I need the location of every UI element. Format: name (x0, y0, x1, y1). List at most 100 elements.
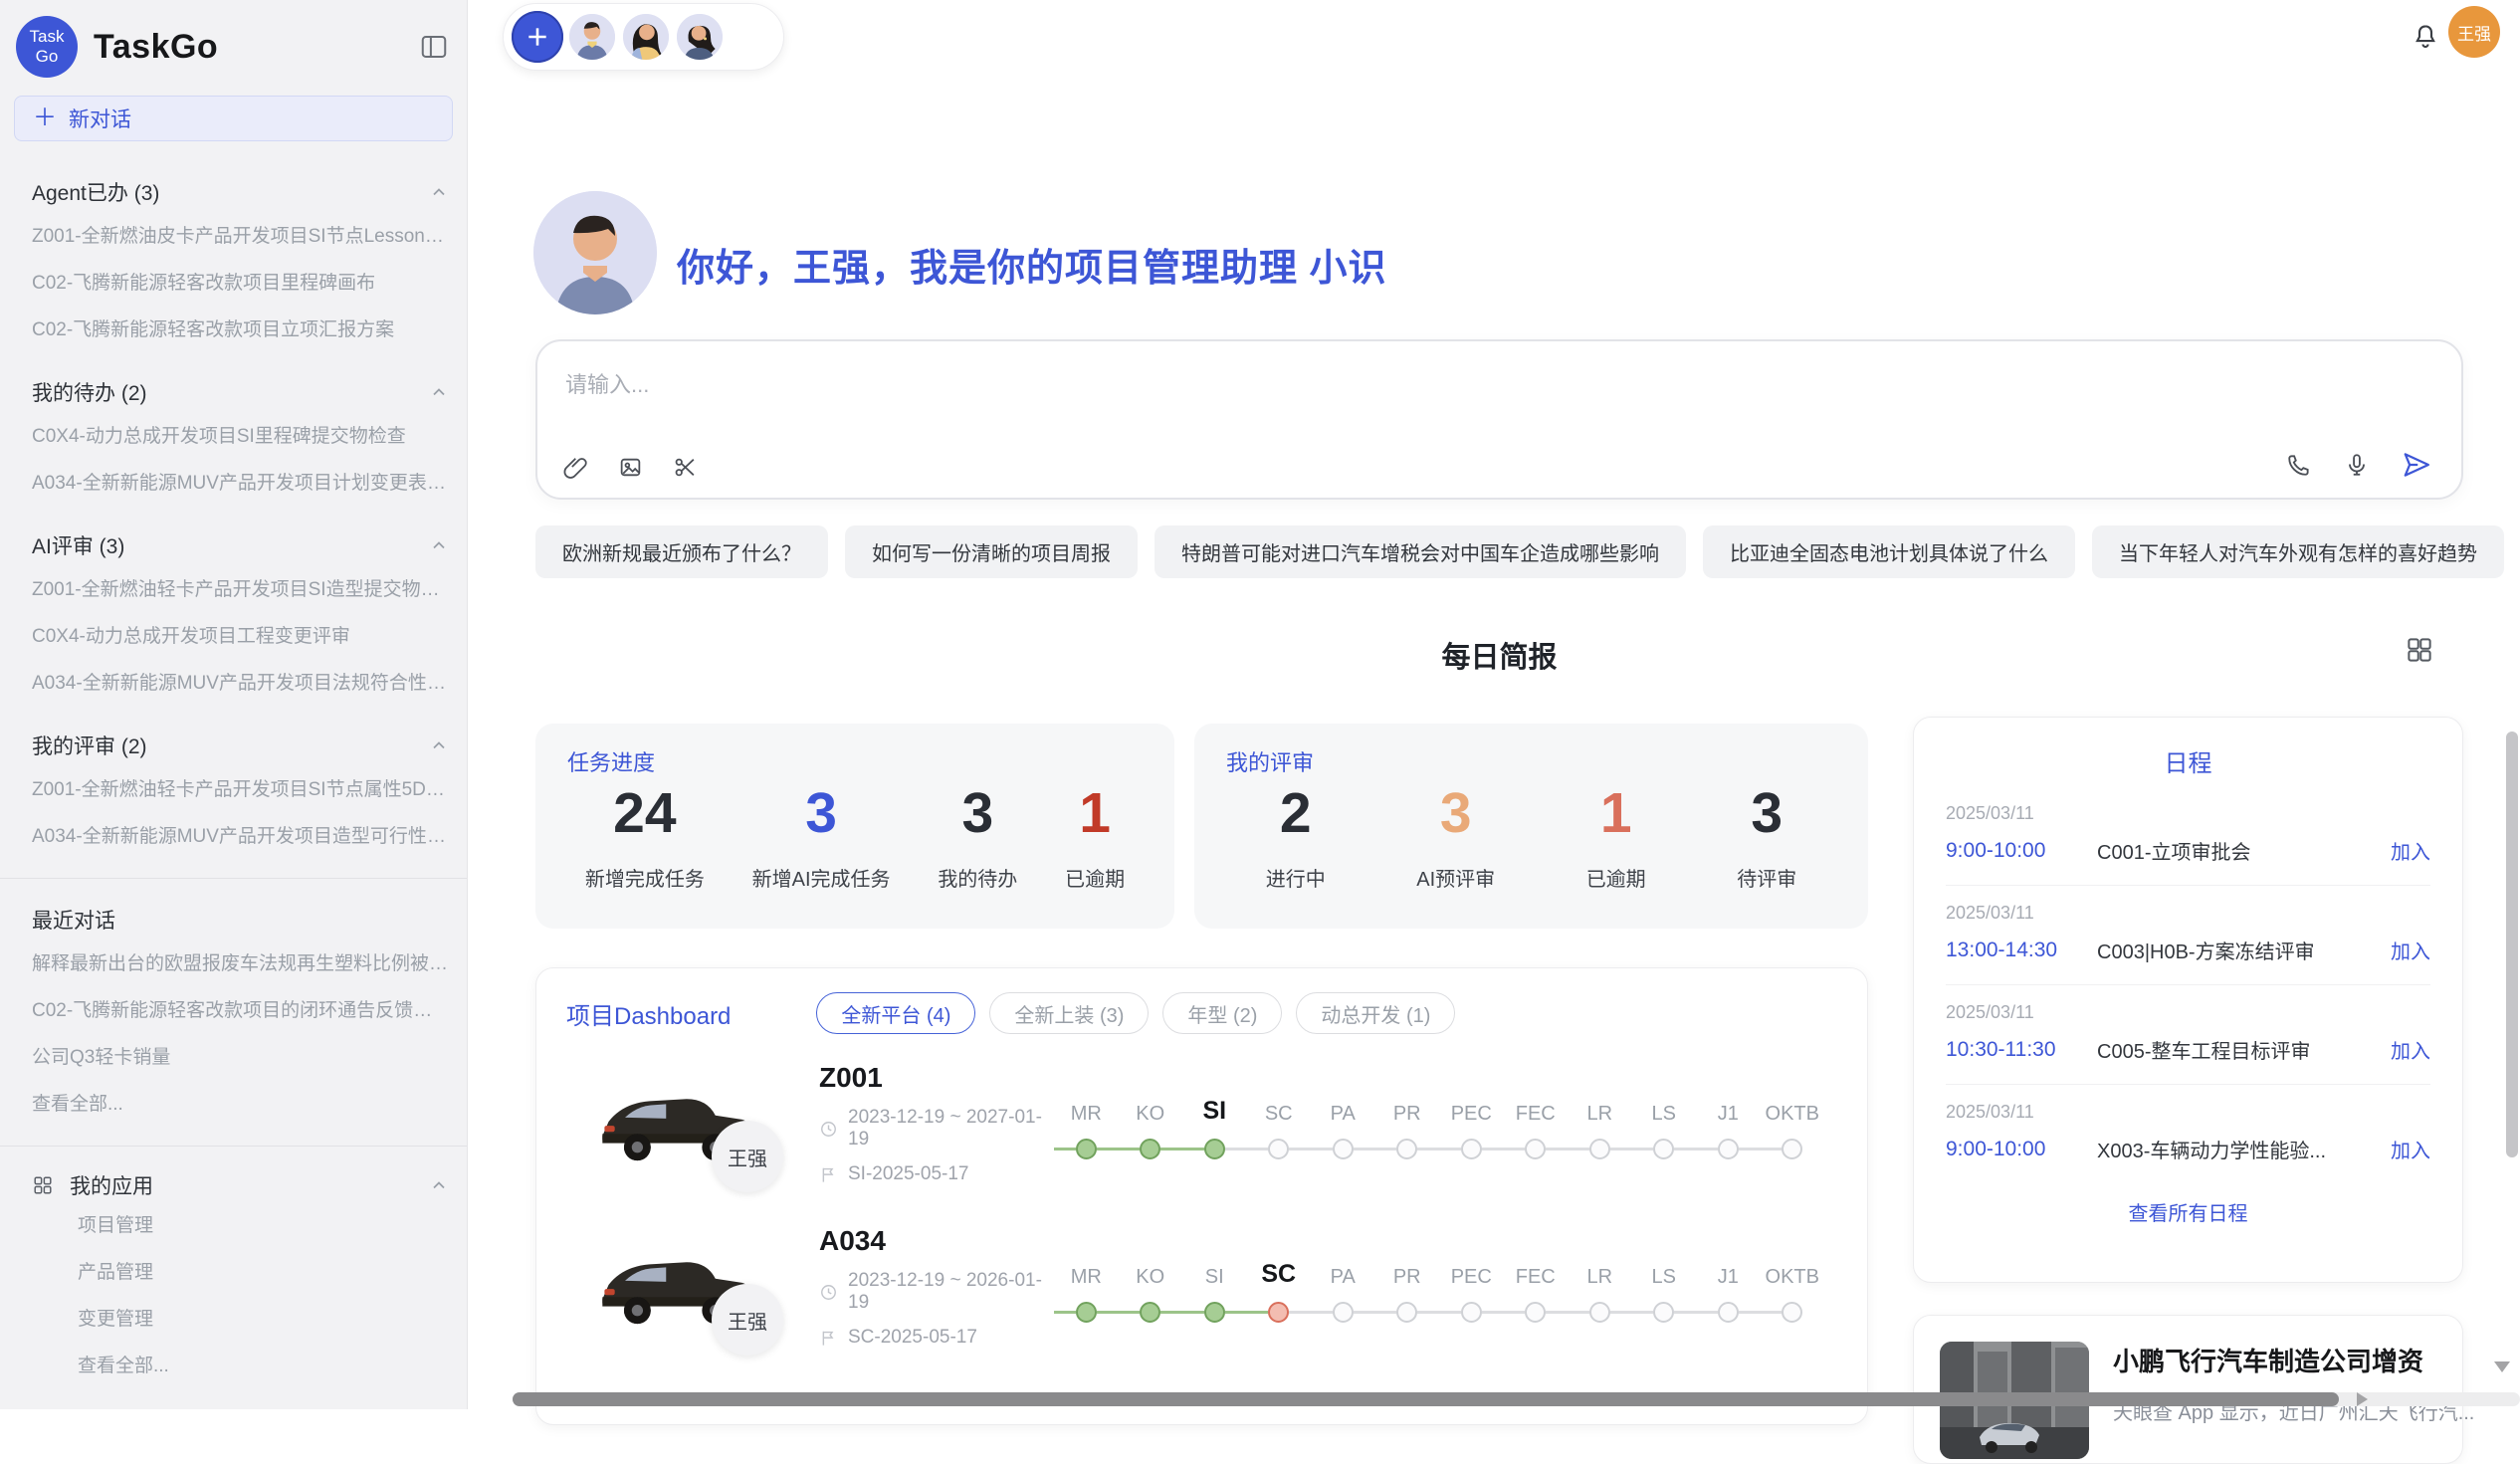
project-owner-avatar[interactable]: 王强 (712, 1284, 783, 1356)
filter-chip[interactable]: 全新上装 (3) (989, 992, 1149, 1034)
layout-grid-icon[interactable] (2405, 635, 2434, 665)
send-icon[interactable] (2402, 450, 2431, 480)
project-owner-avatar[interactable]: 王强 (712, 1121, 783, 1192)
recent-chat-item[interactable]: C02-飞腾新能源轻客改款项目的闭环通告反馈情况 (32, 985, 449, 1032)
join-link[interactable]: 加入 (2391, 836, 2430, 865)
join-link[interactable]: 加入 (2391, 936, 2430, 964)
event-name[interactable]: X003-车辆动力学性能验... (2097, 1135, 2379, 1163)
project-code[interactable]: A034 (819, 1225, 1054, 1257)
sidebar-task-item[interactable]: C0X4-动力总成开发项目工程变更评审 (32, 611, 449, 658)
milestone-dot[interactable] (1204, 1302, 1225, 1323)
milestone-dot[interactable] (1589, 1302, 1610, 1323)
milestone-dot[interactable] (1525, 1139, 1546, 1159)
sidebar-collapse-icon[interactable] (419, 32, 449, 62)
sidebar-task-item[interactable]: C0X4-动力总成开发项目SI里程碑提交物检查 (32, 411, 449, 458)
sidebar-section-header[interactable]: 我的待办 (2) (32, 377, 449, 407)
team-avatar[interactable] (567, 12, 617, 62)
milestone-dot[interactable] (1461, 1139, 1482, 1159)
recent-chat-item[interactable]: 公司Q3轻卡销量 (32, 1032, 449, 1079)
join-link[interactable]: 加入 (2391, 1035, 2430, 1064)
suggestion-chip[interactable]: 比亚迪全固态电池计划具体说了什么 (1703, 525, 2075, 578)
chevron-up-icon[interactable] (429, 182, 449, 202)
chevron-up-icon[interactable] (429, 735, 449, 755)
team-avatar[interactable] (621, 12, 671, 62)
milestone-dot[interactable] (1076, 1139, 1097, 1159)
milestone-dot[interactable] (1140, 1139, 1160, 1159)
project-row[interactable]: 王强 Z001 2023-12-19 ~ 2027-01-19 (536, 1042, 1867, 1205)
user-avatar[interactable]: 王强 (2448, 6, 2500, 58)
milestone-dot[interactable] (1782, 1302, 1802, 1323)
microphone-icon[interactable] (2344, 452, 2370, 478)
sidebar-item-my-apps[interactable]: 我的应用 (32, 1170, 449, 1200)
milestone-dot[interactable] (1204, 1139, 1225, 1159)
milestone-dot[interactable] (1268, 1139, 1289, 1159)
milestone-dot[interactable] (1396, 1139, 1417, 1159)
milestone-dot[interactable] (1782, 1139, 1802, 1159)
chevron-up-icon[interactable] (429, 535, 449, 555)
suggestion-chip[interactable]: 特朗普可能对进口汽车增税会对中国车企造成哪些影响 (1155, 525, 1686, 578)
milestone-dot[interactable] (1268, 1302, 1289, 1323)
app-item[interactable]: 查看全部... (32, 1341, 449, 1387)
sidebar-task-item[interactable]: Z001-全新燃油皮卡产品开发项目SI节点Lesson Learn报告 (32, 211, 449, 258)
my-reviews-card: 我的评审 2 进行中 3 AI预评审 1 已逾期 3 待评审 (1194, 724, 1868, 929)
notification-bell-icon[interactable] (2411, 22, 2440, 52)
image-icon[interactable] (618, 455, 643, 480)
sidebar-task-item[interactable]: C02-飞腾新能源轻客改款项目立项汇报方案 (32, 305, 449, 351)
news-title[interactable]: 小鹏飞行汽车制造公司增资 (2113, 1342, 2474, 1378)
suggestion-chip[interactable]: 当下年轻人对汽车外观有怎样的喜好趋势 (2092, 525, 2504, 578)
sidebar-task-item[interactable]: A034-全新新能源MUV产品开发项目法规符合性评审 (32, 658, 449, 705)
scissors-icon[interactable] (673, 455, 698, 480)
milestone-dot[interactable] (1076, 1302, 1097, 1323)
app-item[interactable]: 产品管理 (32, 1247, 449, 1294)
add-member-button[interactable] (512, 11, 563, 63)
sidebar-section-header[interactable]: AI评审 (3) (32, 530, 449, 560)
milestone-dot[interactable] (1718, 1302, 1739, 1323)
recent-chat-item[interactable]: 查看全部... (32, 1079, 449, 1126)
milestone-dot[interactable] (1333, 1139, 1354, 1159)
sidebar-task-item[interactable]: Z001-全新燃油轻卡产品开发项目SI节点属性5D文件评审 (32, 764, 449, 811)
scroll-down-arrow-icon[interactable] (2494, 1361, 2510, 1372)
milestone-dot[interactable] (1461, 1302, 1482, 1323)
app-item[interactable]: 项目管理 (32, 1200, 449, 1247)
project-row[interactable]: 王强 A034 2023-12-19 ~ 2026-01-19 (536, 1205, 1867, 1368)
milestone-dot[interactable] (1653, 1302, 1674, 1323)
vertical-scrollbar-thumb[interactable] (2506, 732, 2518, 1157)
filter-chip[interactable]: 动总开发 (1) (1296, 992, 1455, 1034)
sidebar-task-item[interactable]: Z001-全新燃油轻卡产品开发项目SI造型提交物评审 (32, 564, 449, 611)
event-name[interactable]: C005-整车工程目标评审 (2097, 1035, 2379, 1064)
filter-chip[interactable]: 年型 (2) (1162, 992, 1282, 1034)
sidebar-task-item[interactable]: C02-飞腾新能源轻客改款项目里程碑画布 (32, 258, 449, 305)
suggestion-chip[interactable]: 如何写一份清晰的项目周报 (845, 525, 1138, 578)
milestone-dot[interactable] (1653, 1139, 1674, 1159)
milestone-dot[interactable] (1525, 1302, 1546, 1323)
sidebar-section-header[interactable]: 我的评审 (2) (32, 731, 449, 760)
filter-chip[interactable]: 全新平台 (4) (816, 992, 975, 1034)
event-name[interactable]: C003|H0B-方案冻结评审 (2097, 936, 2379, 964)
view-all-schedule-link[interactable]: 查看所有日程 (1946, 1197, 2430, 1226)
recent-chat-item[interactable]: 解释最新出台的欧盟报废车法规再生塑料比例被调至15%... (32, 939, 449, 985)
chevron-up-icon[interactable] (429, 382, 449, 402)
milestone-dot[interactable] (1333, 1302, 1354, 1323)
suggestion-chip[interactable]: 欧洲新规最近颁布了什么？ (535, 525, 828, 578)
chat-composer[interactable]: 请输入... (535, 339, 2463, 500)
sidebar-task-item[interactable]: A034-全新新能源MUV产品开发项目造型可行性评审 (32, 811, 449, 858)
horizontal-scrollbar-track[interactable] (513, 1392, 2520, 1406)
project-code[interactable]: Z001 (819, 1062, 1054, 1094)
new-chat-button[interactable]: ＋ 新对话 (14, 96, 453, 141)
scroll-right-arrow-icon[interactable] (2357, 1392, 2368, 1406)
phone-icon[interactable] (2286, 452, 2312, 478)
app-item[interactable]: 变更管理 (32, 1294, 449, 1341)
milestone-dot[interactable] (1589, 1139, 1610, 1159)
attachment-icon[interactable] (563, 455, 588, 480)
event-name[interactable]: C001-立项审批会 (2097, 836, 2379, 865)
sidebar-section-header[interactable]: Agent已办 (3) (32, 177, 449, 207)
sidebar-task-item[interactable]: A034-全新新能源MUV产品开发项目计划变更表编写 (32, 458, 449, 505)
chevron-up-icon[interactable] (429, 1175, 449, 1195)
team-avatar[interactable] (675, 12, 725, 62)
milestone-dot[interactable] (1396, 1302, 1417, 1323)
milestone-dot[interactable] (1718, 1139, 1739, 1159)
milestone-dot[interactable] (1140, 1302, 1160, 1323)
news-card[interactable]: 小鹏飞行汽车制造公司增资 天眼查 App 显示，近日广州汇天飞行汽... (1913, 1315, 2463, 1464)
horizontal-scrollbar-thumb[interactable] (513, 1392, 2339, 1406)
join-link[interactable]: 加入 (2391, 1135, 2430, 1163)
